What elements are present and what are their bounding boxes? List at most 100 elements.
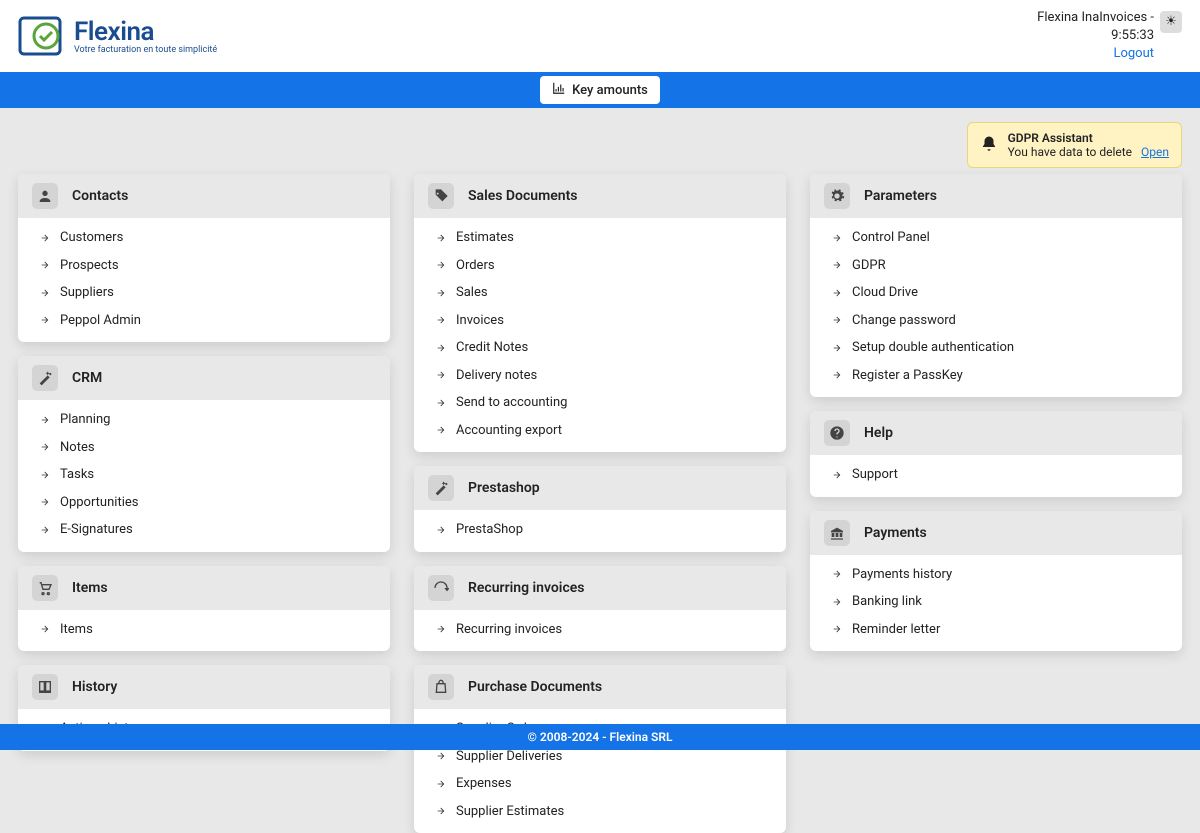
card-body: EstimatesOrdersSalesInvoicesCredit Notes…	[414, 218, 786, 452]
nav-item-setup-double-authentication[interactable]: Setup double authentication	[810, 334, 1182, 362]
card-title: Recurring invoices	[468, 580, 584, 596]
nav-item-orders[interactable]: Orders	[414, 252, 786, 280]
footer: © 2008-2024 - Flexina SRL	[0, 724, 1200, 750]
nav-item-accounting-export[interactable]: Accounting export	[414, 417, 786, 445]
card-header: Payments	[810, 511, 1182, 555]
top-bluebar: Key amounts	[0, 72, 1200, 108]
card-prestashop: Prestashop PrestaShop	[414, 466, 786, 552]
nav-item-gdpr[interactable]: GDPR	[810, 252, 1182, 280]
nav-item-delivery-notes[interactable]: Delivery notes	[414, 362, 786, 390]
logout-link[interactable]: Logout	[1113, 45, 1154, 63]
nav-item-payments-history[interactable]: Payments history	[810, 561, 1182, 589]
card-header: History	[18, 665, 390, 709]
nav-item-items[interactable]: Items	[18, 616, 390, 644]
nav-item-reminder-letter[interactable]: Reminder letter	[810, 616, 1182, 644]
card-title: Purchase Documents	[468, 679, 602, 695]
clock: 9:55:33	[1111, 27, 1154, 45]
card-header: Prestashop	[414, 466, 786, 510]
nav-item-banking-link[interactable]: Banking link	[810, 588, 1182, 616]
nav-item-control-panel[interactable]: Control Panel	[810, 224, 1182, 252]
card-header: Contacts	[18, 174, 390, 218]
nav-item-recurring-invoices[interactable]: Recurring invoices	[414, 616, 786, 644]
key-amounts-button[interactable]: Key amounts	[540, 76, 660, 104]
card-body: PrestaShop	[414, 510, 786, 552]
nav-item-support[interactable]: Support	[810, 461, 1182, 489]
nav-item-planning[interactable]: Planning	[18, 406, 390, 434]
tag-icon	[428, 183, 454, 209]
nav-item-credit-notes[interactable]: Credit Notes	[414, 334, 786, 362]
card-title: History	[72, 679, 117, 695]
nav-item-prestashop[interactable]: PrestaShop	[414, 516, 786, 544]
card-header: Items	[18, 566, 390, 610]
card-payments: Payments Payments historyBanking linkRemi…	[810, 511, 1182, 652]
people-icon	[32, 183, 58, 209]
card-body: Support	[810, 455, 1182, 497]
card-title: Prestashop	[468, 480, 540, 496]
gdpr-open-link[interactable]: Open	[1141, 145, 1169, 159]
card-sales-documents: Sales Documents EstimatesOrdersSalesInvoi…	[414, 174, 786, 452]
theme-toggle-button[interactable]: ☀	[1160, 11, 1182, 33]
nav-item-estimates[interactable]: Estimates	[414, 224, 786, 252]
card-title: Contacts	[72, 188, 128, 204]
header-right: Flexina InaInvoices - 9:55:33 Logout ☀	[1037, 9, 1182, 64]
logo-tagline: Votre facturation en toute simplicité	[74, 45, 217, 55]
nav-item-suppliers[interactable]: Suppliers	[18, 279, 390, 307]
nav-item-notes[interactable]: Notes	[18, 434, 390, 462]
nav-item-tasks[interactable]: Tasks	[18, 461, 390, 489]
nav-item-supplier-estimates[interactable]: Supplier Estimates	[414, 798, 786, 826]
app-header: Flexina Votre facturation en toute simpl…	[0, 0, 1200, 72]
gear-icon	[824, 183, 850, 209]
card-body: PlanningNotesTasksOpportunitiesE-Signatu…	[18, 400, 390, 552]
card-title: Parameters	[864, 188, 937, 204]
key-amounts-label: Key amounts	[572, 83, 648, 98]
nav-item-register-a-passkey[interactable]: Register a PassKey	[810, 362, 1182, 390]
sun-icon: ☀	[1165, 14, 1177, 29]
nav-item-sales[interactable]: Sales	[414, 279, 786, 307]
chart-icon	[552, 81, 566, 99]
card-body: Recurring invoices	[414, 610, 786, 652]
cart-icon	[32, 575, 58, 601]
card-recurring-invoices: Recurring invoices Recurring invoices	[414, 566, 786, 652]
card-title: Help	[864, 425, 893, 441]
logo-name: Flexina	[74, 17, 217, 47]
gdpr-title: GDPR Assistant	[1008, 131, 1169, 145]
gdpr-banner: GDPR Assistant You have data to delete O…	[967, 122, 1182, 168]
nav-item-opportunities[interactable]: Opportunities	[18, 489, 390, 517]
card-header: CRM	[18, 356, 390, 400]
card-items: Items Items	[18, 566, 390, 652]
nav-item-e-signatures[interactable]: E-Signatures	[18, 516, 390, 544]
bell-icon	[980, 135, 998, 156]
card-crm: CRM PlanningNotesTasksOpportunitiesE-Sign…	[18, 356, 390, 552]
card-title: CRM	[72, 370, 102, 386]
user-label: Flexina InaInvoices -	[1037, 9, 1154, 27]
bank-icon	[824, 520, 850, 546]
logo-mark-icon	[18, 14, 66, 58]
card-help: Help Support	[810, 411, 1182, 497]
nav-item-peppol-admin[interactable]: Peppol Admin	[18, 307, 390, 335]
card-title: Sales Documents	[468, 188, 577, 204]
nav-item-customers[interactable]: Customers	[18, 224, 390, 252]
nav-item-expenses[interactable]: Expenses	[414, 770, 786, 798]
card-contacts: Contacts CustomersProspectsSuppliersPeppo…	[18, 174, 390, 342]
card-title: Payments	[864, 525, 927, 541]
card-body: CustomersProspectsSuppliersPeppol Admin	[18, 218, 390, 342]
card-header: Help	[810, 411, 1182, 455]
card-title: Items	[72, 580, 108, 596]
logo[interactable]: Flexina Votre facturation en toute simpl…	[18, 14, 217, 58]
nav-item-send-to-accounting[interactable]: Send to accounting	[414, 389, 786, 417]
gdpr-msg: You have data to delete	[1008, 145, 1132, 159]
wand-icon	[32, 365, 58, 391]
bag-icon	[428, 674, 454, 700]
card-parameters: Parameters Control PanelGDPRCloud DriveCh…	[810, 174, 1182, 397]
nav-item-prospects[interactable]: Prospects	[18, 252, 390, 280]
book-icon	[32, 674, 58, 700]
nav-item-cloud-drive[interactable]: Cloud Drive	[810, 279, 1182, 307]
card-body: Control PanelGDPRCloud DriveChange passw…	[810, 218, 1182, 397]
nav-item-invoices[interactable]: Invoices	[414, 307, 786, 335]
card-header: Purchase Documents	[414, 665, 786, 709]
card-header: Recurring invoices	[414, 566, 786, 610]
nav-item-change-password[interactable]: Change password	[810, 307, 1182, 335]
card-body: Items	[18, 610, 390, 652]
card-header: Parameters	[810, 174, 1182, 218]
wand-icon	[428, 475, 454, 501]
